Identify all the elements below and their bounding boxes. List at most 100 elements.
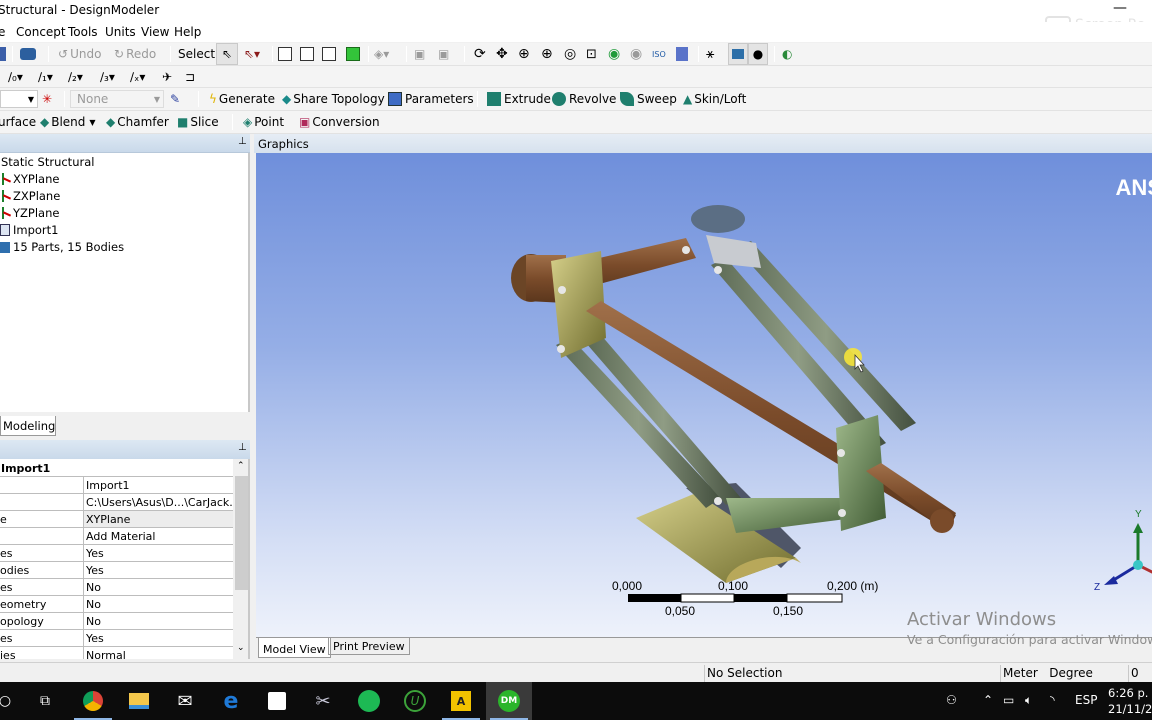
taskbar-upwork[interactable]: U	[392, 682, 438, 720]
details-row[interactable]: es No	[0, 579, 233, 596]
select-points-button[interactable]	[278, 43, 295, 65]
taskbar-store[interactable]	[254, 682, 300, 720]
blend-button[interactable]: ◆ Blend ▼	[40, 111, 96, 133]
menu-file[interactable]: e	[0, 25, 5, 39]
new-plane-button[interactable]: ∕₀▾	[8, 66, 23, 88]
extend-selection-button[interactable]: ◈▾	[374, 43, 389, 65]
details-scrollbar[interactable]: ⌃ ⌄	[233, 459, 248, 659]
pan-button[interactable]: ✥	[496, 43, 508, 65]
menu-tools[interactable]: Tools	[68, 25, 98, 39]
triad-toggle-button[interactable]: ⚹	[706, 43, 714, 65]
redo-button[interactable]: ↻ Redo	[114, 43, 156, 65]
chamfer-button[interactable]: ◆ Chamfer	[106, 111, 169, 133]
graphics-options-button[interactable]: ◐	[782, 43, 792, 65]
details-row[interactable]: es Yes	[0, 630, 233, 647]
details-row[interactable]: es Yes	[0, 545, 233, 562]
taskbar-edge[interactable]: e	[208, 682, 254, 720]
details-row-value[interactable]: Yes	[83, 562, 233, 578]
iso-view-button[interactable]: ISO	[652, 43, 666, 65]
wifi-icon[interactable]: ◝	[1050, 693, 1055, 707]
tree-item-zxplane[interactable]: ZXPlane	[0, 188, 60, 204]
extrude-button[interactable]: Extrude	[487, 88, 551, 110]
pin-icon[interactable]: ⊥	[238, 136, 247, 147]
details-row-value[interactable]: No	[83, 613, 233, 629]
look-at-sketch-button[interactable]: ✈	[162, 66, 172, 88]
box-zoom-button[interactable]: ⊕	[541, 43, 553, 65]
tab-print-preview[interactable]: Print Preview	[328, 637, 410, 655]
previous-view-button[interactable]: ◉	[608, 43, 620, 65]
point-button[interactable]: ◈ Point	[243, 111, 284, 133]
taskbar-spotify[interactable]	[346, 682, 392, 720]
language-indicator[interactable]: ESP	[1075, 693, 1097, 707]
details-row[interactable]: C:\Users\Asus\D...\CarJack.stp	[0, 494, 233, 511]
magnifier-button[interactable]: ⊡	[586, 43, 597, 65]
menu-view[interactable]: View	[141, 25, 169, 39]
look-at-button[interactable]	[676, 43, 691, 65]
taskbar-file-explorer[interactable]	[116, 682, 162, 720]
box-select-button[interactable]: ⇖▾	[244, 43, 260, 65]
details-row[interactable]: ies Normal	[0, 647, 233, 659]
share-topology-button[interactable]: ◆ Share Topology	[282, 88, 385, 110]
select-faces-button[interactable]	[322, 43, 339, 65]
tree-item-xyplane[interactable]: XYPlane	[0, 171, 59, 187]
sweep-button[interactable]: Sweep	[620, 88, 677, 110]
zoom-to-fit-button[interactable]: ◎	[564, 43, 576, 65]
details-row[interactable]: Import1	[0, 477, 233, 494]
skin-loft-button[interactable]: ▲ Skin/Loft	[683, 88, 746, 110]
details-row-value[interactable]: Yes	[83, 545, 233, 561]
new-plane-button[interactable]: ✳	[42, 88, 52, 110]
task-view-button[interactable]: ⧉	[22, 682, 68, 720]
new-sketch-button[interactable]: ✎	[170, 88, 180, 110]
menu-help[interactable]: Help	[174, 25, 201, 39]
details-row-value[interactable]: No	[83, 579, 233, 595]
details-row-value[interactable]: Normal	[83, 647, 233, 659]
plane-3-button[interactable]: ∕₃▾	[100, 66, 115, 88]
plane-x-button[interactable]: ∕ₓ▾	[130, 66, 145, 88]
single-select-button[interactable]: ⇖	[216, 43, 238, 65]
rotate-button[interactable]: ⟳	[474, 43, 486, 65]
display-model-button[interactable]	[728, 43, 748, 65]
surface-button[interactable]: urface	[0, 111, 36, 133]
tree-item-bodies[interactable]: 15 Parts, 15 Bodies	[0, 239, 124, 255]
tab-model-view[interactable]: Model View	[258, 638, 331, 658]
details-row-value[interactable]: Add Material	[83, 528, 233, 544]
details-row[interactable]: opology No	[0, 613, 233, 630]
tab-modeling[interactable]: Modeling	[0, 416, 56, 436]
select-bodies-button[interactable]	[346, 43, 363, 65]
details-row-value[interactable]: Yes	[83, 630, 233, 646]
zoom-button[interactable]: ⊕	[518, 43, 530, 65]
details-row[interactable]: Add Material	[0, 528, 233, 545]
plane-dropdown[interactable]: ▼	[0, 90, 38, 108]
expand-button[interactable]: ▣	[414, 43, 425, 65]
screenshot-button[interactable]	[20, 43, 39, 65]
display-vertex-button[interactable]: ●	[748, 43, 768, 65]
people-icon[interactable]: ⚇	[946, 693, 957, 707]
slice-button[interactable]: ■ Slice	[177, 111, 219, 133]
shrink-button[interactable]: ▣	[438, 43, 449, 65]
tree-item-import1[interactable]: Import1	[0, 222, 58, 238]
car-jack-model[interactable]: 0,000 0,100 0,200 (m) 0,050 0,150 Y Z	[256, 153, 1152, 637]
conversion-button[interactable]: ▣ Conversion	[299, 111, 380, 133]
plane-1-button[interactable]: ∕₁▾	[38, 66, 53, 88]
sketch-dropdown[interactable]: None ▼	[70, 90, 164, 108]
details-row[interactable]: eometry No	[0, 596, 233, 613]
save-button[interactable]	[0, 43, 9, 65]
parameters-button[interactable]: Parameters	[388, 88, 474, 110]
details-row[interactable]: odies Yes	[0, 562, 233, 579]
taskbar-snipping[interactable]: ✂	[300, 682, 346, 720]
menu-units[interactable]: Units	[105, 25, 136, 39]
undo-button[interactable]: ↺ Undo	[58, 43, 101, 65]
revolve-button[interactable]: Revolve	[552, 88, 616, 110]
chevron-up-icon[interactable]: ⌃	[983, 693, 993, 707]
clock[interactable]: 6:26 p. m. 21/11/2019	[1108, 685, 1152, 717]
details-row[interactable]: e XYPlane	[0, 511, 233, 528]
scrollbar-thumb[interactable]	[235, 476, 248, 590]
select-edges-button[interactable]	[300, 43, 317, 65]
tree-root[interactable]: Static Structural	[1, 154, 94, 170]
pin-icon[interactable]: ⊥	[238, 442, 247, 453]
details-row-value[interactable]: No	[83, 596, 233, 612]
details-row-value[interactable]: C:\Users\Asus\D...\CarJack.stp	[83, 494, 233, 510]
taskbar-designmodeler[interactable]: DM	[486, 682, 532, 720]
sketch-frame-button[interactable]: ⊐	[185, 66, 195, 88]
tree-item-yzplane[interactable]: YZPlane	[0, 205, 59, 221]
